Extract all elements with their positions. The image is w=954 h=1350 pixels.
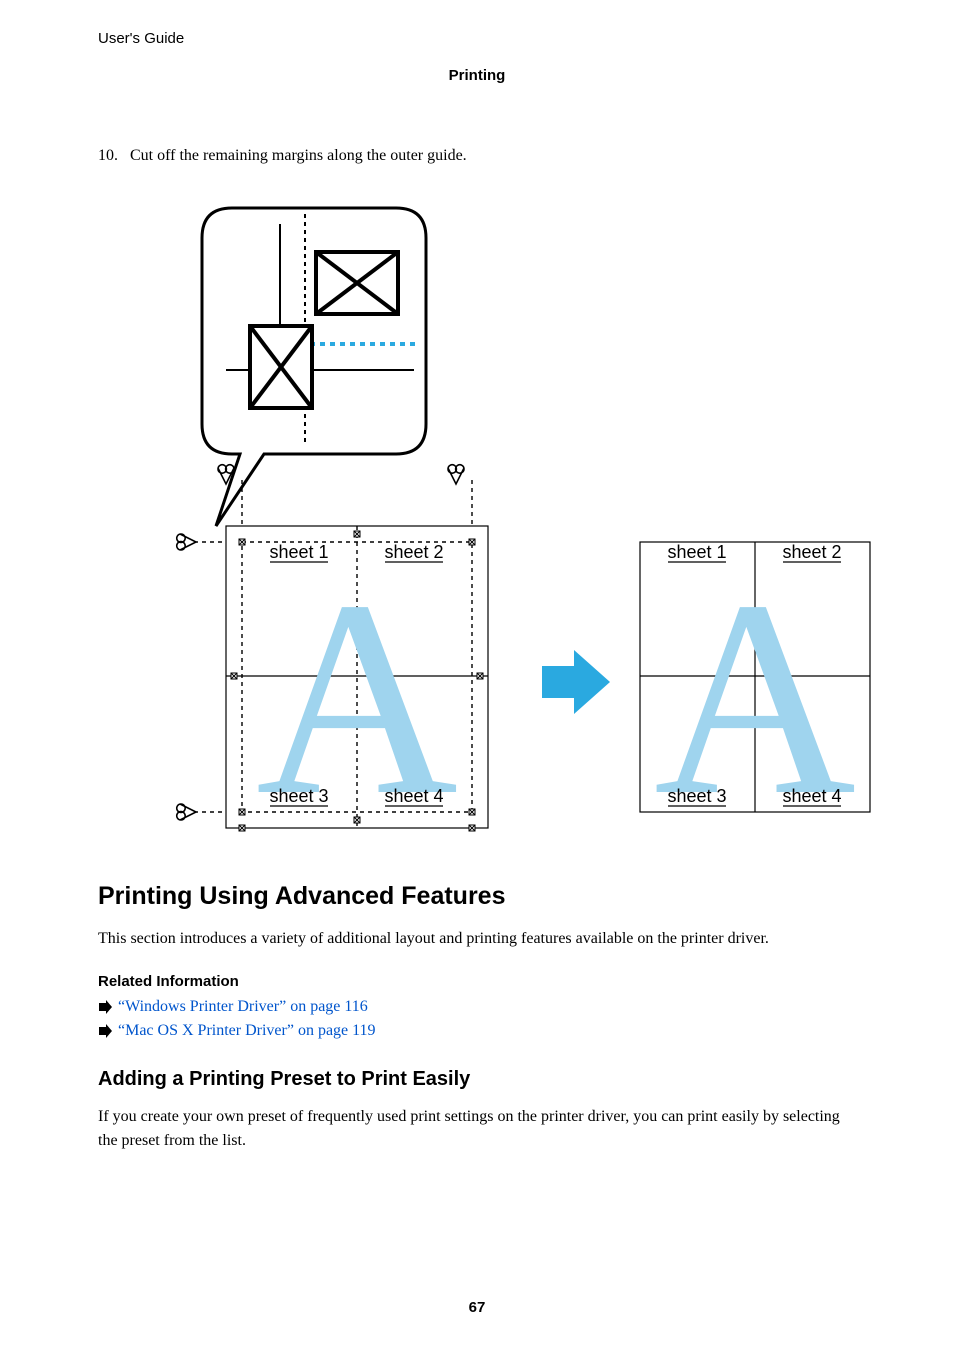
header-section: Printing (98, 67, 856, 84)
right-assembly: A sheet 1 sheet 2 sheet 3 sheet 4 (640, 542, 870, 844)
right-sheet1: sheet 1 (667, 542, 726, 562)
header-guide: User's Guide (98, 30, 856, 47)
related-item-1: “Windows Printer Driver” on page 116 (98, 998, 856, 1016)
right-sheet2: sheet 2 (782, 542, 841, 562)
left-sheet2: sheet 2 (384, 542, 443, 562)
step-text: Cut off the remaining margins along the … (130, 147, 467, 164)
left-assembly: A sheet 1 sheet 2 sheet 3 sheet 4 (194, 480, 488, 844)
arrow-right-icon (542, 650, 610, 714)
arrow-icon (98, 1000, 112, 1014)
callout-bubble (202, 208, 426, 526)
page-number: 67 (0, 1299, 954, 1316)
preset-body: If you create your own preset of frequen… (98, 1105, 856, 1153)
arrow-icon (98, 1024, 112, 1038)
step-number: 10. (98, 144, 126, 168)
instruction-figure: A sheet 1 sheet 2 sheet 3 sheet 4 (142, 196, 882, 844)
right-sheet4: sheet 4 (782, 786, 841, 806)
features-intro: This section introduces a variety of add… (98, 927, 856, 951)
left-sheet4: sheet 4 (384, 786, 443, 806)
left-sheet3: sheet 3 (269, 786, 328, 806)
related-heading: Related Information (98, 973, 856, 990)
step-10: 10. Cut off the remaining margins along … (98, 144, 856, 168)
related-link-mac[interactable]: “Mac OS X Printer Driver” on page 119 (118, 1022, 376, 1040)
figure-wrap: A sheet 1 sheet 2 sheet 3 sheet 4 (142, 196, 856, 844)
heading-advanced-features: Printing Using Advanced Features (98, 882, 856, 911)
heading-preset: Adding a Printing Preset to Print Easily (98, 1068, 856, 1091)
right-sheet3: sheet 3 (667, 786, 726, 806)
page: User's Guide Printing 10. Cut off the re… (0, 0, 954, 1350)
left-sheet1: sheet 1 (269, 542, 328, 562)
related-link-windows[interactable]: “Windows Printer Driver” on page 116 (118, 998, 368, 1016)
related-item-2: “Mac OS X Printer Driver” on page 119 (98, 1022, 856, 1040)
